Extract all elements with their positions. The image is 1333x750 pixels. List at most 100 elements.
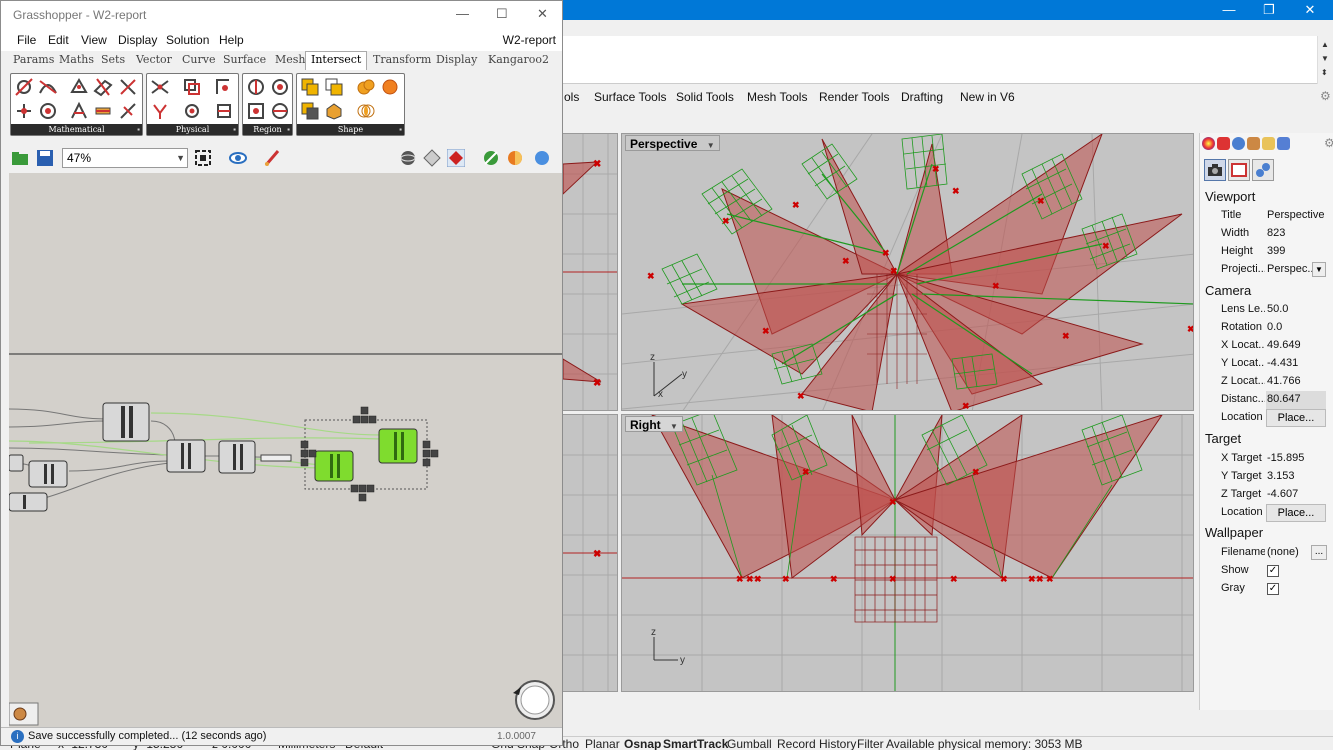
wallpaper-icon[interactable] <box>1228 159 1250 181</box>
preview-selected-icon[interactable] <box>447 149 465 167</box>
z-location-value[interactable]: 41.766 <box>1267 375 1301 387</box>
region-union-icon[interactable] <box>356 77 376 97</box>
expand-icon[interactable]: ▪ <box>287 125 290 134</box>
curve-self-icon[interactable] <box>150 101 170 121</box>
y-target-value[interactable]: 3.153 <box>1267 470 1295 482</box>
curve-line-icon[interactable] <box>38 77 58 97</box>
menu-help[interactable]: Help <box>219 33 244 47</box>
command-scrollbar[interactable]: ▲ ▼ ⬍ <box>1317 36 1333 84</box>
menu-display[interactable]: Display <box>118 33 157 47</box>
y-location-value[interactable]: -4.431 <box>1267 357 1298 369</box>
tab-maths[interactable]: Maths <box>59 53 94 66</box>
show-checkbox[interactable]: ✓ <box>1267 565 1279 577</box>
menu-file[interactable]: File <box>17 33 36 47</box>
expand-icon[interactable]: ▪ <box>399 125 402 134</box>
browse-button[interactable]: ... <box>1311 545 1327 560</box>
front-viewport-partial[interactable]: ✖ <box>562 414 618 692</box>
section-icon[interactable] <box>69 101 89 121</box>
material-icon[interactable] <box>1217 137 1230 150</box>
region-difference-icon[interactable] <box>380 77 400 97</box>
tab-new-in-v6[interactable]: New in V6 <box>954 86 1021 108</box>
expand-icon[interactable]: ▪ <box>137 125 140 134</box>
projection-select[interactable]: Perspec... <box>1267 263 1317 275</box>
trim-with-region-icon[interactable] <box>246 101 266 121</box>
camera-icon[interactable] <box>1204 159 1226 181</box>
save-icon[interactable] <box>36 149 54 167</box>
rhino-minimize-button[interactable]: — <box>1209 0 1249 20</box>
chevron-down-icon[interactable]: ▼ <box>1312 262 1326 277</box>
grasshopper-titlebar[interactable]: Grasshopper - W2-report — ☐ ✕ <box>1 1 562 29</box>
brep-brep-icon[interactable] <box>182 77 202 97</box>
rhino-restore-button[interactable]: ❐ <box>1249 0 1289 20</box>
tab-intersect[interactable]: Intersect <box>305 51 368 70</box>
scroll-spin-icon[interactable]: ⬍ <box>1321 68 1328 77</box>
zoom-extents-icon[interactable] <box>194 149 212 167</box>
display-icon[interactable] <box>1277 137 1290 150</box>
trim-with-brep-icon[interactable] <box>270 77 290 97</box>
tab-mesh[interactable]: Mesh <box>275 53 306 66</box>
menu-edit[interactable]: Edit <box>48 33 69 47</box>
link-icon[interactable] <box>1252 159 1274 181</box>
tab-vector[interactable]: Vector <box>136 53 172 66</box>
curve-curve-icon[interactable] <box>150 77 170 97</box>
split-with-brep-icon[interactable] <box>246 77 266 97</box>
smarttrack-toggle[interactable]: SmartTrack <box>663 737 728 750</box>
plane-plane-icon[interactable] <box>93 101 113 121</box>
tab-sets[interactable]: Sets <box>101 53 125 66</box>
tab-surface-tools[interactable]: Surface Tools <box>588 86 673 108</box>
plane-line-icon[interactable] <box>93 77 113 97</box>
distance-value[interactable]: 80.647 <box>1267 393 1301 405</box>
folder-icon[interactable] <box>1262 137 1275 150</box>
surface-curve-icon[interactable] <box>214 77 234 97</box>
tab-surface[interactable]: Surface <box>223 53 266 66</box>
solid-difference-icon[interactable] <box>300 101 320 121</box>
brush-icon[interactable] <box>1247 137 1260 150</box>
brep-line-icon[interactable] <box>14 77 34 97</box>
viewport-label-perspective[interactable]: Perspective ▼ <box>625 135 720 151</box>
record-history-toggle[interactable]: Record History <box>777 737 856 750</box>
expand-icon[interactable]: ▪ <box>233 125 236 134</box>
scroll-down-icon[interactable]: ▼ <box>1321 54 1329 63</box>
contour-ex-icon[interactable] <box>38 101 58 121</box>
contour-icon[interactable] <box>14 101 34 121</box>
menu-solution[interactable]: Solution <box>166 33 209 47</box>
mesh-line-icon[interactable] <box>69 77 89 97</box>
tab-curve[interactable]: Curve <box>182 53 215 66</box>
mesh-ray-icon[interactable] <box>214 101 234 121</box>
panel-gear-icon[interactable]: ⚙ <box>1324 137 1333 150</box>
maximize-button[interactable]: ☐ <box>496 6 508 22</box>
right-viewport[interactable]: ✖ ✖ ✖ ✖ ✖ ✖ ✖ ✖ ✖ ✖ ✖ ✖ ✖ ✖ z y Right ▼ <box>621 414 1194 692</box>
solid-union-icon[interactable] <box>300 77 320 97</box>
chevron-down-icon[interactable]: ▼ <box>707 138 715 154</box>
scroll-up-icon[interactable]: ▲ <box>1321 40 1329 49</box>
prop-title-value[interactable]: Perspective <box>1267 209 1324 221</box>
gumball-toggle[interactable]: Gumball <box>727 737 772 750</box>
preview-shaded-icon[interactable] <box>423 149 441 167</box>
mesh-mesh-icon[interactable] <box>182 101 202 121</box>
lens-length-value[interactable]: 50.0 <box>1267 303 1288 315</box>
preview-eye-icon[interactable] <box>229 149 247 167</box>
close-button[interactable]: ✕ <box>537 6 548 22</box>
prop-height-value[interactable]: 399 <box>1267 245 1285 257</box>
tab-drafting[interactable]: Drafting <box>895 86 949 108</box>
gear-icon[interactable]: ⚙ <box>1320 89 1331 103</box>
gray-checkbox[interactable]: ✓ <box>1267 583 1279 595</box>
preview-wire-icon[interactable] <box>399 149 417 167</box>
plane-region-icon[interactable] <box>118 101 138 121</box>
tab-mesh-tools[interactable]: Mesh Tools <box>741 86 813 108</box>
boundary-volume-icon[interactable] <box>324 101 344 121</box>
material-preview-icon[interactable] <box>506 149 524 167</box>
rhino-close-button[interactable]: ✕ <box>1290 0 1330 20</box>
bake-icon[interactable] <box>482 149 500 167</box>
osnap-toggle[interactable]: Osnap <box>624 737 661 750</box>
tab-kangaroo2[interactable]: Kangaroo2 <box>488 53 549 66</box>
chevron-down-icon[interactable]: ▼ <box>176 149 185 167</box>
render-icon[interactable] <box>1232 137 1245 150</box>
viewport-label-right[interactable]: Right ▼ <box>625 416 683 432</box>
filter-toggle[interactable]: Filter <box>857 737 884 750</box>
tab-render-tools[interactable]: Render Tools <box>813 86 896 108</box>
rotation-value[interactable]: 0.0 <box>1267 321 1282 333</box>
plane-curve-icon[interactable] <box>118 77 138 97</box>
z-target-value[interactable]: -4.607 <box>1267 488 1298 500</box>
x-target-value[interactable]: -15.895 <box>1267 452 1304 464</box>
